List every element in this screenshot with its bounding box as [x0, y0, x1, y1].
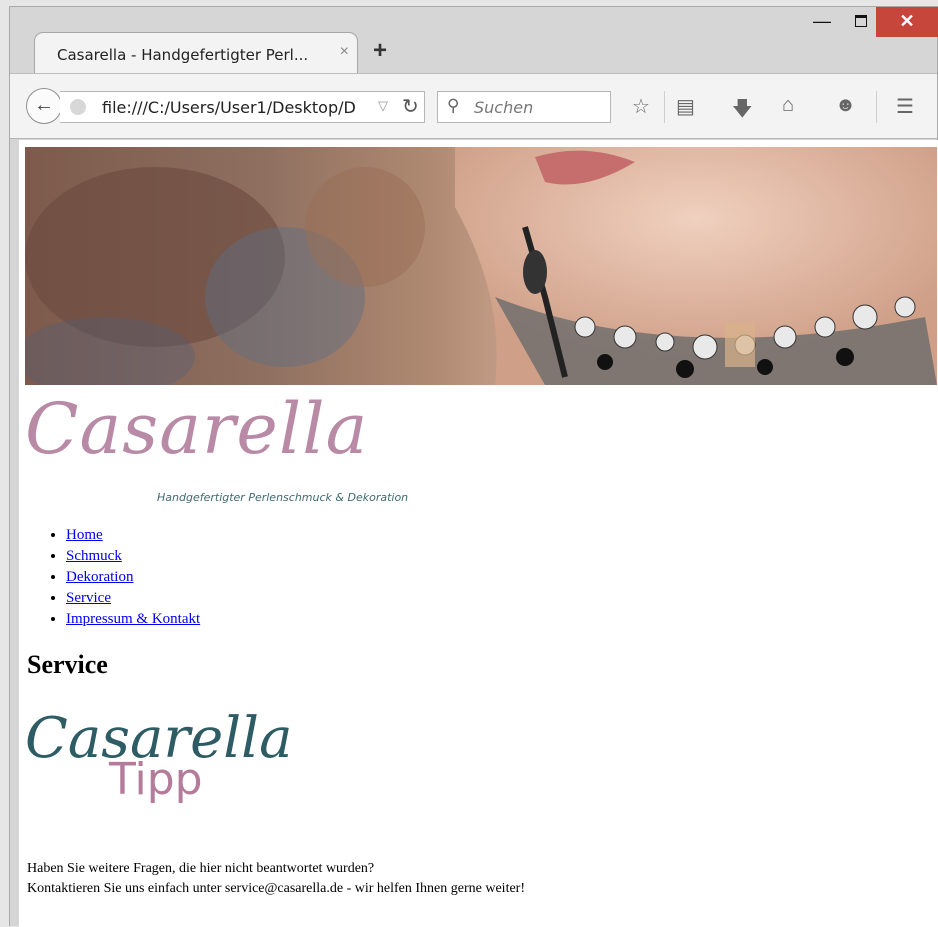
page-heading: Service	[27, 650, 108, 679]
close-window-button[interactable]: ✕	[876, 7, 938, 37]
new-tab-button[interactable]: +	[373, 37, 387, 65]
reload-icon[interactable]: ↻	[402, 94, 419, 119]
nav-item-schmuck: Schmuck	[66, 546, 200, 567]
maximize-button[interactable]	[842, 7, 880, 37]
globe-icon	[70, 99, 86, 115]
nav-link-service[interactable]: Service	[66, 590, 111, 606]
browser-window: Casarella - Handgefertigter Perl... × + …	[9, 6, 938, 927]
toolbar-separator	[876, 91, 877, 123]
download-icon[interactable]: 🡇	[732, 94, 753, 128]
nav-item-home: Home	[66, 525, 200, 546]
site-logo: Casarella Handgefertigter Perlenschmuck …	[25, 388, 445, 508]
nav-link-dekoration[interactable]: Dekoration	[66, 569, 133, 585]
history-dropdown-icon[interactable]: ▽	[378, 98, 388, 114]
nav-link-impressum[interactable]: Impressum & Kontakt	[66, 611, 200, 627]
nav-item-service: Service	[66, 588, 200, 609]
navigation-toolbar: ← file:///C:/Users/User1/Desktop/D ▽ ↻ ⚲…	[10, 73, 937, 139]
bookmark-star-icon[interactable]: ☆	[632, 94, 650, 119]
home-icon[interactable]: ⌂	[782, 94, 794, 117]
tab-active[interactable]: Casarella - Handgefertigter Perl... ×	[34, 32, 358, 74]
tab-close-icon[interactable]: ×	[340, 43, 349, 61]
logo-tagline: Handgefertigter Perlenschmuck & Dekorati…	[157, 491, 409, 504]
url-text[interactable]: file:///C:/Users/User1/Desktop/D	[102, 98, 372, 117]
logo-text: Casarella	[25, 388, 369, 470]
back-button[interactable]: ←	[26, 88, 62, 124]
service-text: Haben Sie weitere Fragen, die hier nicht…	[27, 859, 525, 899]
search-icon: ⚲	[447, 96, 460, 115]
nav-link-home[interactable]: Home	[66, 527, 103, 543]
address-bar[interactable]: file:///C:/Users/User1/Desktop/D ▽ ↻	[60, 91, 425, 123]
toolbar-separator	[664, 91, 665, 123]
nav-link-schmuck[interactable]: Schmuck	[66, 548, 122, 564]
casarella-tipp-image: Casarella Tipp	[25, 706, 325, 826]
main-navigation: Home Schmuck Dekoration Service Impressu…	[41, 525, 200, 630]
search-input[interactable]: ⚲ Suchen	[437, 91, 611, 123]
header-banner-image	[25, 147, 937, 385]
search-placeholder: Suchen	[474, 98, 534, 117]
menu-icon[interactable]: ☰	[896, 94, 914, 119]
title-bar: Casarella - Handgefertigter Perl... × + …	[10, 7, 938, 74]
hello-icon[interactable]: ☻	[835, 94, 856, 117]
tipp-label: Tipp	[109, 754, 203, 805]
page-content: Casarella Handgefertigter Perlenschmuck …	[19, 140, 938, 927]
reading-list-icon[interactable]: ▤	[676, 94, 695, 119]
tab-title: Casarella - Handgefertigter Perl...	[57, 46, 309, 64]
maximize-icon	[855, 14, 867, 27]
nav-item-dekoration: Dekoration	[66, 567, 200, 588]
service-text-line-1: Haben Sie weitere Fragen, die hier nicht…	[27, 861, 375, 876]
minimize-button[interactable]: —	[802, 7, 842, 37]
nav-item-impressum: Impressum & Kontakt	[66, 609, 200, 630]
service-text-line-2: Kontaktieren Sie uns einfach unter servi…	[27, 881, 525, 896]
